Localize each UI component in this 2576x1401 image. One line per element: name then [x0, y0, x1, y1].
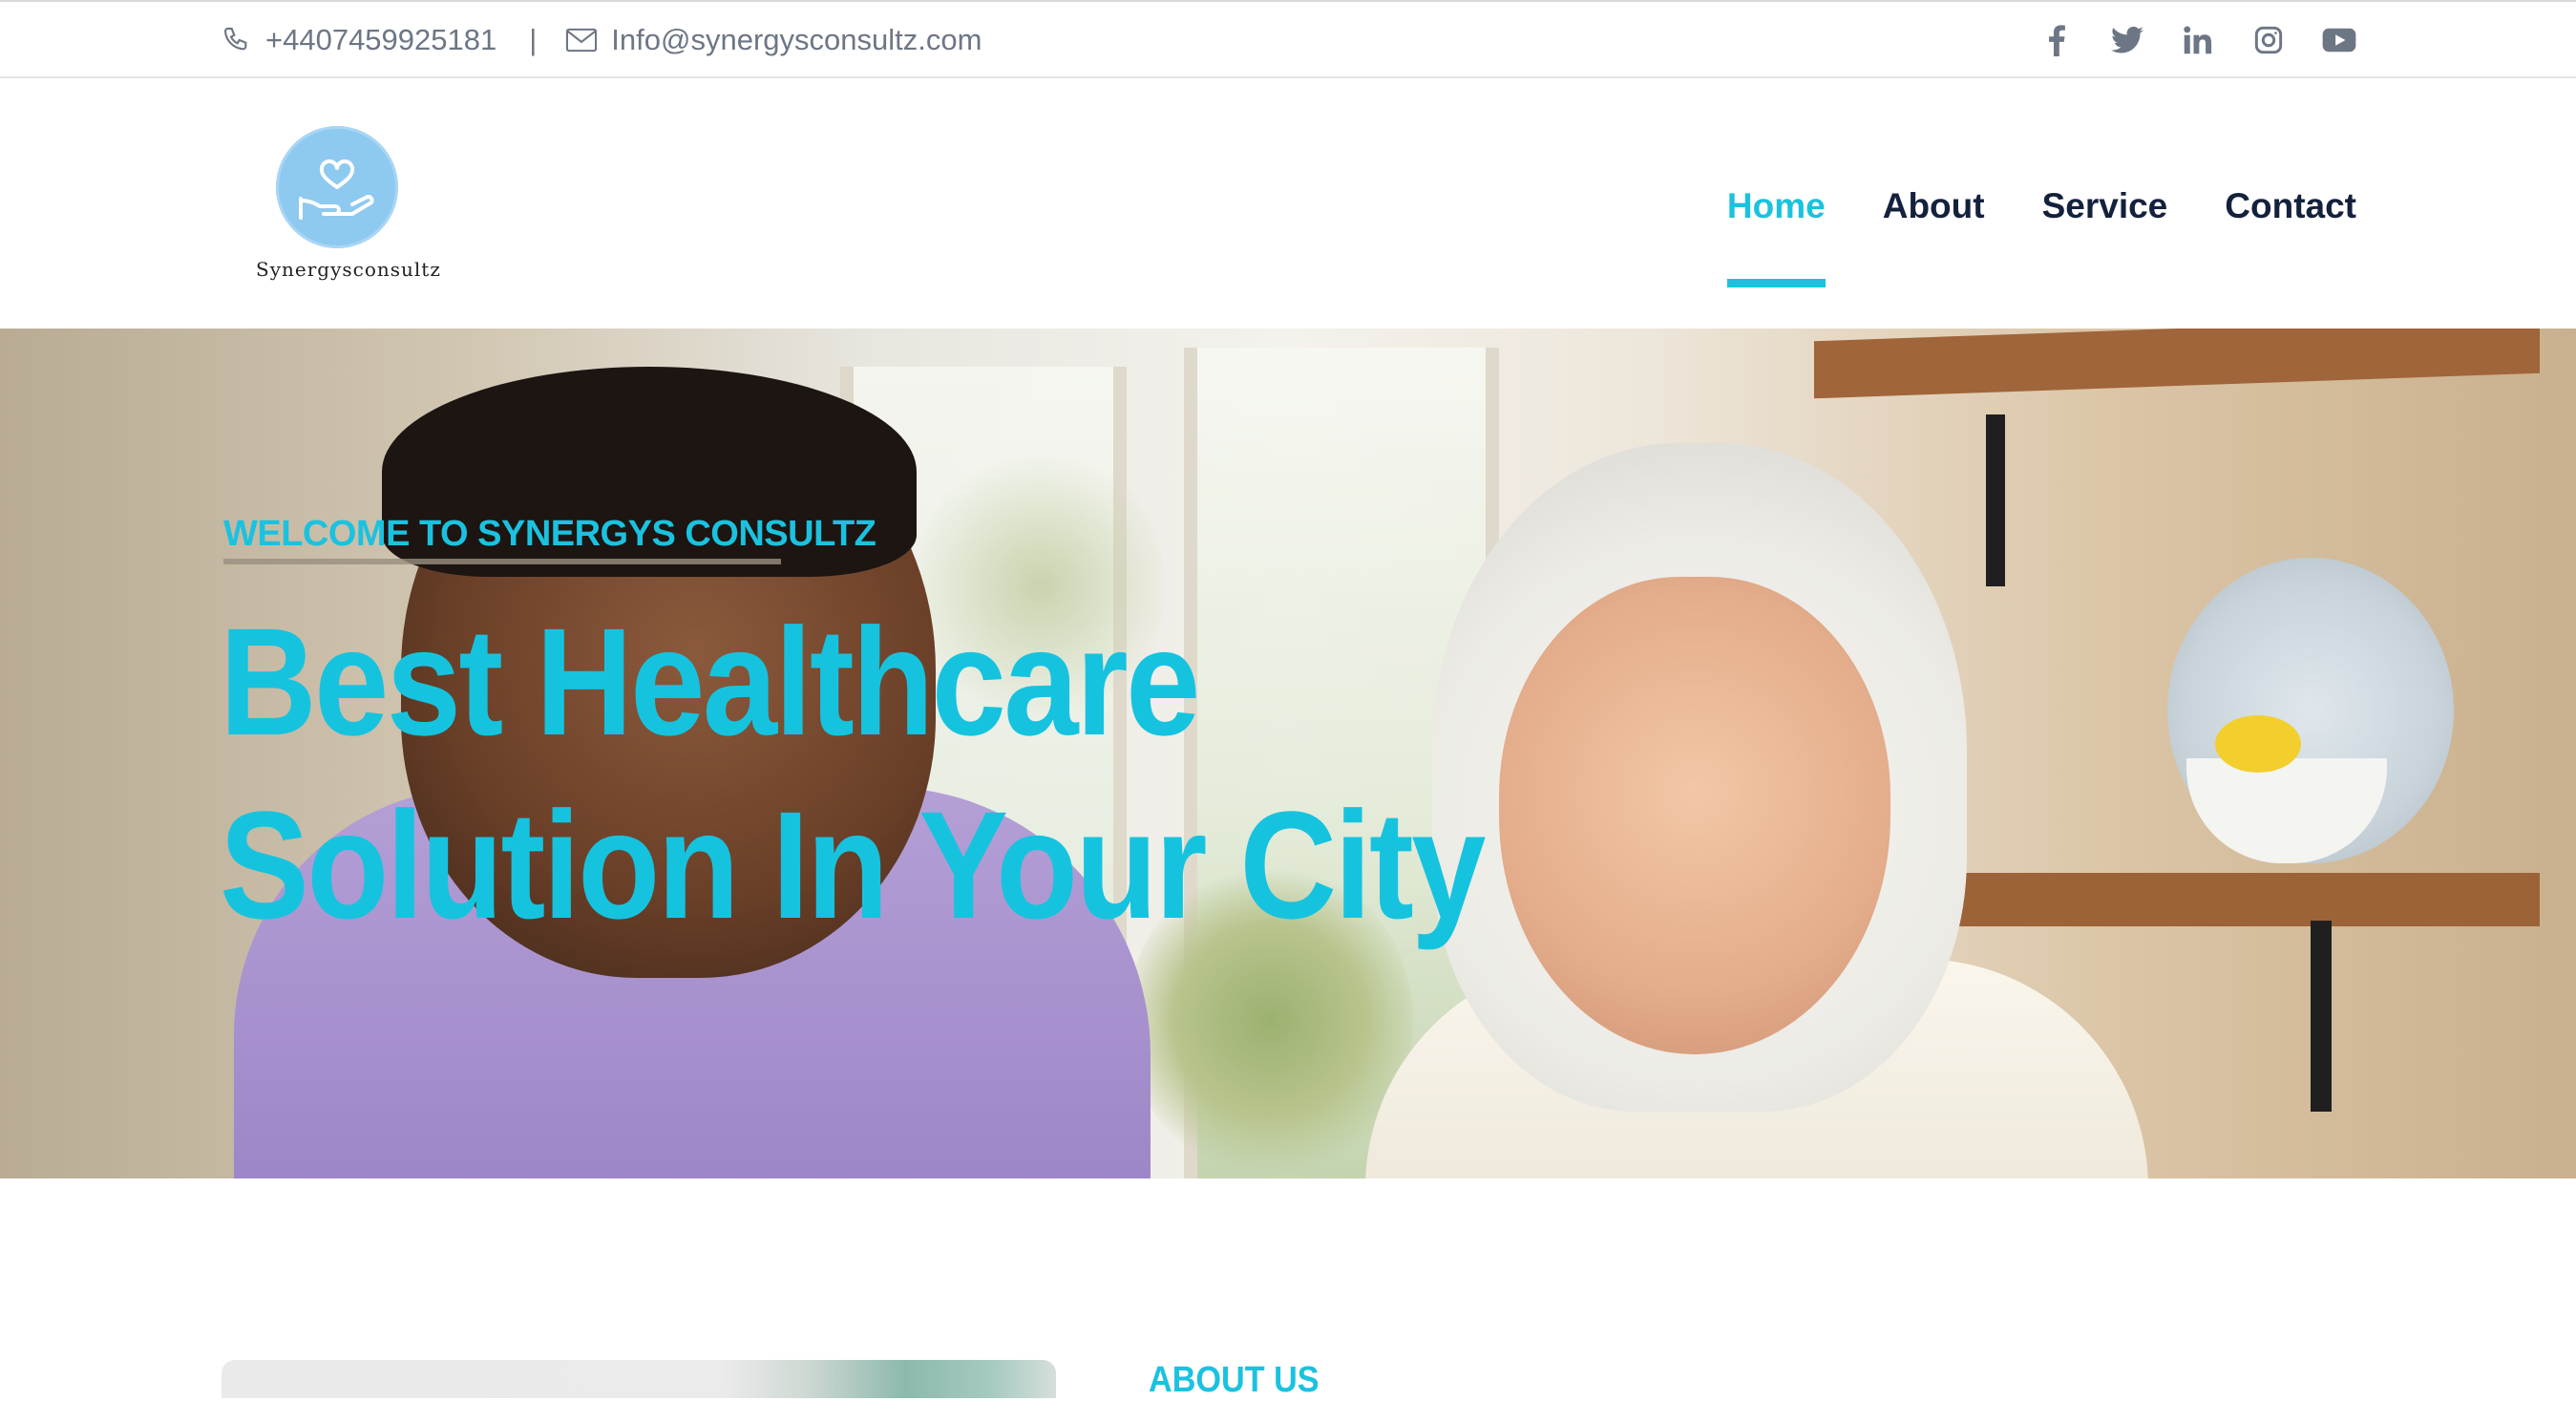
contact-separator: | — [529, 23, 538, 56]
phone-link[interactable]: +4407459925181 — [222, 23, 496, 57]
email-address: Info@synergysconsultz.com — [611, 23, 982, 56]
instagram-icon[interactable] — [2249, 21, 2288, 59]
brand-logo[interactable]: Synergysconsultz — [256, 126, 441, 281]
phone-number: +4407459925181 — [265, 23, 497, 56]
twitter-icon[interactable] — [2108, 21, 2146, 59]
email-link[interactable]: Info@synergysconsultz.com — [565, 23, 982, 57]
hero-kicker-underline — [223, 559, 781, 564]
hero-kicker: WELCOME TO SYNERGYS CONSULTZ — [223, 514, 876, 554]
about-image — [222, 1360, 1056, 1398]
social-links — [2038, 2, 2358, 78]
about-section-label: ABOUT US — [1149, 1360, 1320, 1400]
contact-info: +4407459925181 | Info@synergysconsultz.c… — [222, 2, 982, 78]
brand-name: Synergysconsultz — [256, 258, 441, 281]
hero-banner: WELCOME TO SYNERGYS CONSULTZ Best Health… — [0, 329, 2576, 1178]
nav-item-home[interactable]: Home — [1726, 180, 1826, 287]
youtube-icon[interactable] — [2320, 21, 2358, 59]
hero-title-line-1: Best Healthcare — [220, 596, 1200, 767]
logo-badge — [276, 126, 398, 248]
heart-in-hand-icon — [299, 159, 374, 220]
hero-title: Best Healthcare Solution In Your City — [220, 590, 1486, 957]
site-header: Synergysconsultz Home About Service Cont… — [0, 78, 2576, 329]
main-nav: Home About Service Contact — [1726, 78, 2356, 329]
top-bar: +4407459925181 | Info@synergysconsultz.c… — [0, 0, 2576, 78]
nav-item-contact[interactable]: Contact — [2225, 180, 2356, 226]
hero-title-line-2: Solution In Your City — [220, 779, 1486, 950]
linkedin-icon[interactable] — [2179, 21, 2217, 59]
envelope-icon — [566, 28, 598, 53]
nav-item-about[interactable]: About — [1883, 180, 1985, 226]
facebook-icon[interactable] — [2038, 21, 2076, 59]
phone-icon — [223, 27, 247, 51]
nav-item-service[interactable]: Service — [2042, 180, 2168, 226]
